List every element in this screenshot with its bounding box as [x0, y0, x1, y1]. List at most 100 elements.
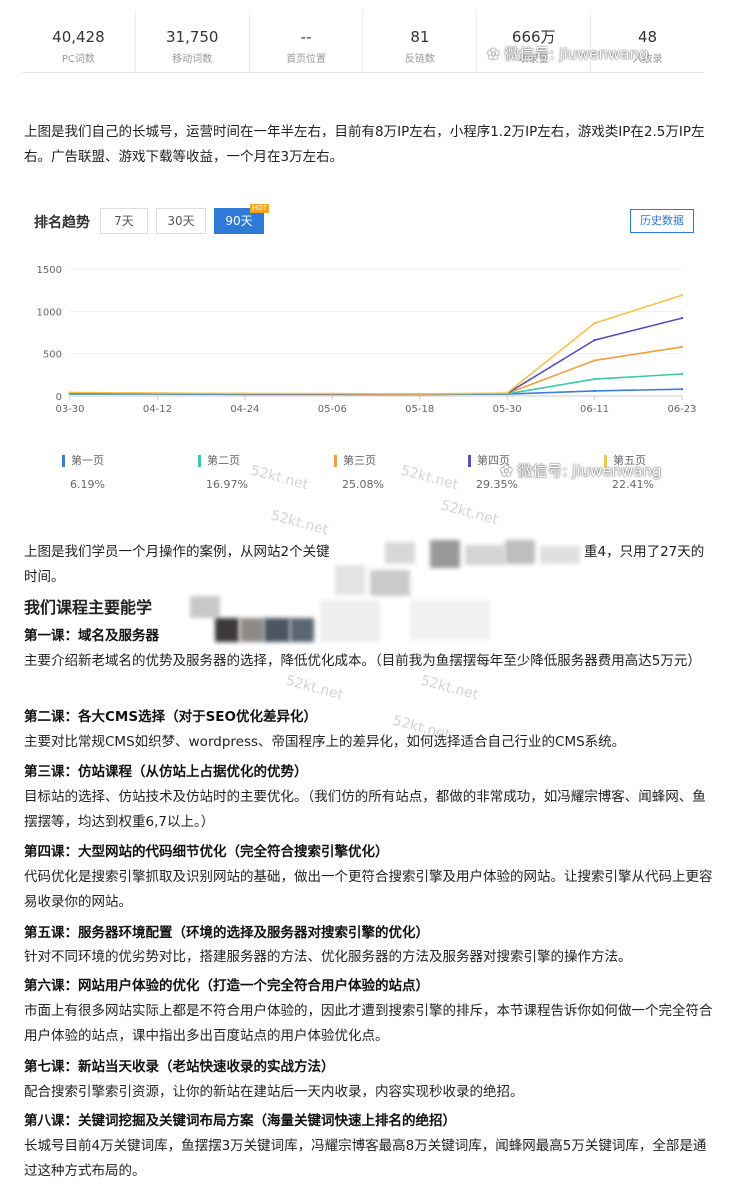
lesson-2-title: 第二课：各大CMS选择（对于SEO优化差异化）	[24, 709, 317, 725]
mosaic-block	[410, 600, 490, 640]
case-text-start: 上图是我们学员一个月操作的案例，从网站2个关键	[24, 544, 330, 560]
lesson-1-title: 第一课：域名及服务器	[24, 628, 159, 644]
data-point	[593, 389, 596, 393]
site-watermark: 52kt.net	[418, 672, 480, 704]
legend-percent: 6.19%	[70, 478, 105, 491]
data-point	[505, 391, 509, 395]
lesson-8-title: 第八课：关键词挖掘及关键词布局方案（海量关键词快速上排名的绝招）	[24, 1113, 456, 1129]
stat-label: PC词数	[61, 54, 95, 65]
legend-swatch	[198, 455, 201, 467]
lesson-3-title: 第三课：仿站课程（从仿站上占据优化的优势）	[24, 764, 308, 780]
legend-label: 第一页	[71, 454, 104, 467]
y-tick-label: 500	[43, 350, 62, 361]
mosaic-block	[215, 618, 239, 642]
data-point	[593, 338, 596, 342]
mosaic-block	[385, 542, 415, 564]
y-tick-label: 1500	[37, 265, 62, 276]
mosaic-block	[320, 600, 380, 642]
intro-paragraph: 上图是我们自己的长城号，运营时间在一年半左右，目前有8万IP左右，小程序1.2万…	[24, 124, 705, 165]
x-tick-label: 05-06	[318, 404, 347, 415]
x-tick-label: 06-11	[580, 404, 609, 415]
x-tick-label: 05-30	[493, 404, 522, 415]
data-point	[156, 391, 159, 395]
legend-percent: 25.08%	[342, 478, 384, 491]
section-heading: 我们课程主要能学	[24, 598, 153, 617]
mosaic-block	[465, 545, 505, 565]
x-tick-label: 04-24	[230, 404, 259, 415]
mosaic-block	[240, 618, 264, 642]
lesson-6-title: 第六课：网站用户体验的优化（打造一个完全符合用户体验的站点）	[24, 978, 429, 994]
tab-7-days[interactable]: 7天	[100, 208, 148, 234]
data-point	[680, 294, 684, 297]
chart-plot: 0 500 1000 1500 03-30 04-12 04-24 05-06 05-18 05-…	[37, 265, 697, 415]
series-line	[70, 317, 683, 395]
lesson-7-desc: 配合搜索引擎索引资源，让你的新站在建站后一天内收录，内容实现秒收录的绝招。	[24, 1084, 524, 1100]
data-point	[593, 359, 596, 362]
wechat-watermark-text: 微信号: jiuwenwang	[504, 45, 649, 63]
lesson-7-title: 第七课：新站当天收录（老站快速收录的实战方法）	[24, 1059, 335, 1075]
data-point	[243, 392, 247, 395]
y-tick-label: 0	[56, 392, 62, 403]
hot-badge: HOT	[249, 204, 269, 213]
ranking-trend-chart: 排名趋势 7天 30天 90天 HOT 历史数据 0 500 1000 1500 03-3…	[22, 194, 708, 514]
wechat-icon: ✿	[500, 462, 518, 480]
lesson-4-title: 第四课：大型网站的代码细节优化（完全符合搜索引擎优化）	[24, 844, 389, 860]
stat-value: 81	[410, 28, 430, 46]
tab-90-label: 90天	[225, 214, 253, 228]
mosaic-block	[540, 546, 580, 564]
tab-90-days[interactable]: 90天 HOT	[214, 204, 269, 234]
stat-pc-words: 40,428 PC词数	[22, 10, 136, 72]
data-point	[418, 392, 421, 396]
stat-mobile-words: 31,750 移动词数	[136, 10, 250, 72]
data-point	[593, 321, 596, 325]
tab-30-days[interactable]: 30天	[156, 208, 206, 234]
mosaic-block	[264, 618, 290, 642]
stat-label: 首页位置	[286, 54, 327, 65]
stat-value: 40,428	[52, 28, 105, 46]
legend-swatch	[62, 455, 65, 467]
legend-swatch	[334, 455, 337, 467]
data-point	[680, 388, 684, 391]
lesson-5-title: 第五课：服务器环境配置（环境的选择及服务器对搜索引擎的优化）	[24, 925, 429, 941]
x-tick-label: 03-30	[55, 404, 84, 415]
legend-percent: 16.97%	[206, 478, 248, 491]
stat-value: 31,750	[165, 28, 219, 46]
x-tick-label: 05-18	[405, 404, 434, 415]
lesson-1-desc: 主要介绍新老域名的优势及服务器的选择，降低优化成本。（目前我为鱼摆摆每年至少降低…	[24, 653, 701, 669]
chart-title: 排名趋势	[34, 215, 90, 231]
y-tick-label: 1000	[37, 307, 62, 318]
stat-label: 移动词数	[172, 54, 213, 65]
stat-value: --	[300, 28, 312, 46]
wechat-watermark-chart: ✿ 微信号: jiuwenwang	[500, 460, 662, 481]
data-point	[680, 345, 684, 349]
lesson-3-desc: 目标站的选择、仿站技术及仿站时的主要优化。（我们仿的所有站点，都做的非常成功，如…	[24, 789, 706, 830]
stat-home-position: -- 首页位置	[250, 10, 364, 72]
data-point	[593, 377, 596, 381]
data-point	[680, 316, 684, 320]
case-text-end: 重4，只用了27天的	[584, 544, 705, 560]
x-tick-label: 04-12	[143, 404, 172, 415]
lesson-4-desc: 代码优化是搜索引擎抓取及识别网站的基础，做出一个更符合搜索引擎及用户体验的网站。…	[24, 869, 713, 910]
wechat-watermark-text: 微信号: jiuwenwang	[517, 462, 662, 480]
lesson-8-desc: 长城号目前4万关键词库，鱼摆摆3万关键词库，冯耀宗博客最高8万关键词库，闻蜂网最…	[24, 1138, 707, 1179]
mosaic-block	[430, 540, 460, 568]
legend-label: 第三页	[343, 454, 376, 467]
mosaic-block	[505, 540, 535, 564]
x-tick-label: 06-23	[667, 404, 696, 415]
legend-item-page3: 第三页 25.08%	[334, 452, 454, 491]
site-watermark: 52kt.net	[283, 672, 345, 704]
legend-swatch	[468, 455, 471, 467]
lesson-6-desc: 市面上有很多网站实际上都是不符合用户体验的，因此才遭到搜索引擎的排斥，本节课程告…	[24, 1003, 713, 1044]
wechat-watermark: ✿ 微信号: jiuwenwang	[487, 43, 649, 64]
mosaic-block	[370, 570, 410, 596]
wechat-icon: ✿	[487, 45, 505, 63]
lesson-5-desc: 针对不同环境的优劣势对比，搭建服务器的方法、优化服务器的方法及服务器对搜索引擎的…	[24, 949, 632, 965]
lesson-2-desc: 主要对比常规CMS如织梦、wordpress、帝国程序上的差异化，如何选择适合自…	[24, 734, 626, 750]
case-text-tail: 时间。	[24, 569, 65, 585]
mosaic-block	[335, 565, 365, 595]
data-point	[680, 372, 684, 376]
history-data-button[interactable]: 历史数据	[630, 209, 694, 233]
legend-item-page1: 第一页 6.19%	[62, 452, 182, 491]
stat-label: 反链数	[404, 54, 435, 65]
data-point	[331, 392, 334, 395]
